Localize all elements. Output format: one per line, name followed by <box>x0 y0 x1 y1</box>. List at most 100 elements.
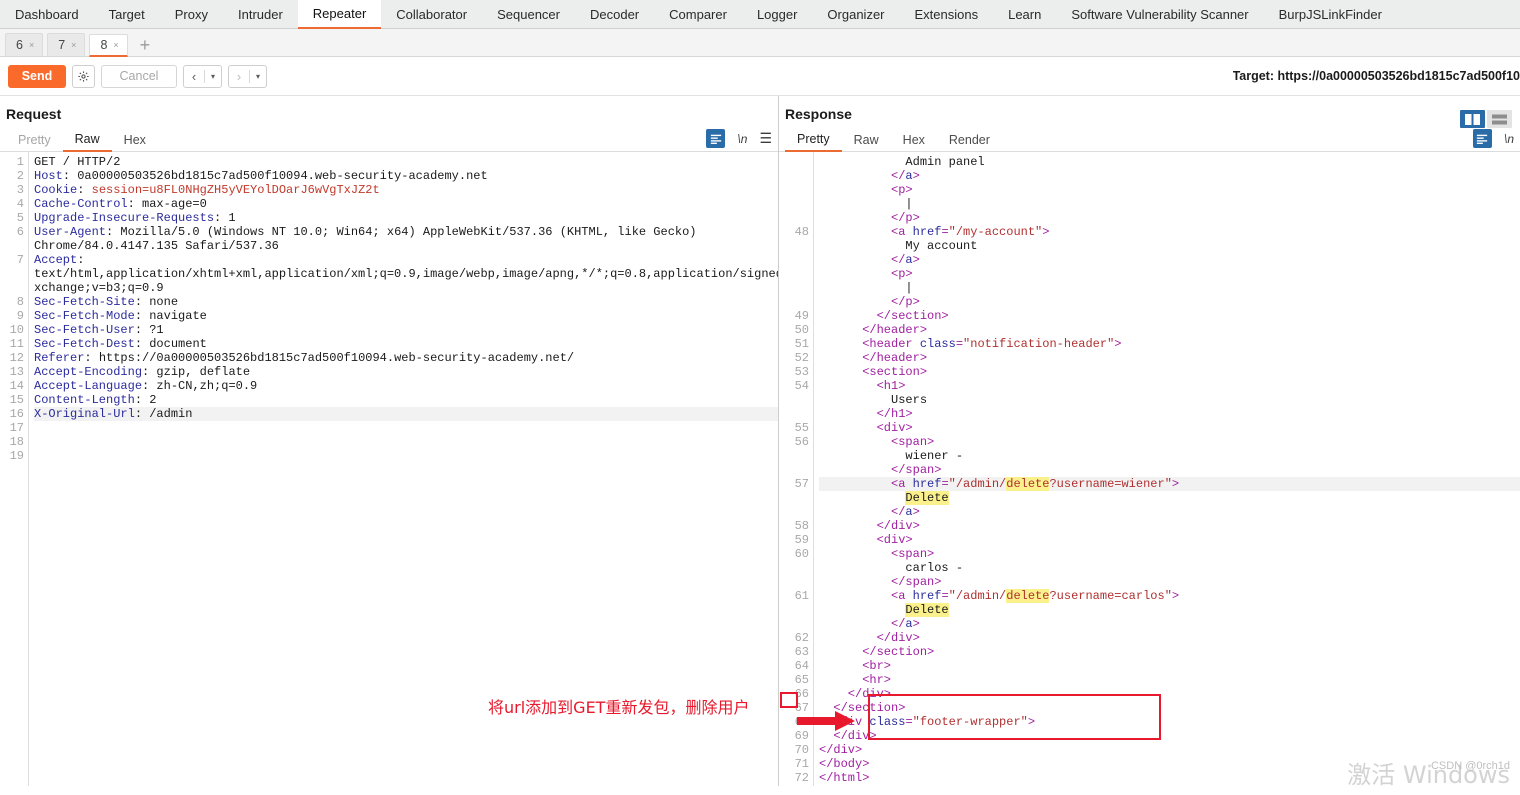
response-editor[interactable]: 48 49 50 51 52 53 54 55 56 57 58 59 60 61 62 63 64 65 66 67… <box>779 152 1520 786</box>
line-number: 54 <box>794 379 809 393</box>
code-line: </html> <box>819 771 870 785</box>
code-line: <br> <box>819 659 892 673</box>
code-line: </div> <box>819 687 892 701</box>
main-tab-repeater[interactable]: Repeater <box>297 0 382 29</box>
repeater-toolbar: Send Cancel ‹ ▾ › ▾ Target: https://0a00… <box>0 57 1520 96</box>
code-line: Sec-Fetch-Dest: document <box>34 337 207 351</box>
main-tab-label: Software Vulnerability Scanner <box>1071 6 1249 22</box>
response-title: Response <box>785 106 852 122</box>
tab-request-pretty[interactable]: Pretty <box>6 133 63 151</box>
split-vertical-icon[interactable] <box>1460 110 1485 128</box>
send-button[interactable]: Send <box>8 64 66 88</box>
main-tab-learn[interactable]: Learn <box>993 0 1056 28</box>
request-body-text[interactable]: GET / HTTP/2 Host: 0a00000503526bd1815c7a… <box>28 152 778 786</box>
gear-icon[interactable] <box>72 64 95 88</box>
repeater-tab-bar: 6 × 7 × 8 × + <box>0 29 1520 57</box>
response-body-text[interactable]: Admin panel </a> <p> | </p> <a href="/my… <box>813 152 1520 786</box>
code-line: </p> <box>819 295 920 309</box>
tab-response-pretty[interactable]: Pretty <box>785 132 842 152</box>
code-line: </a> <box>819 505 920 519</box>
line-number <box>779 197 813 211</box>
code-line: </header> <box>819 323 928 337</box>
line-number: 2 <box>16 169 24 183</box>
main-tab-extensions[interactable]: Extensions <box>900 0 994 28</box>
main-tab-decoder[interactable]: Decoder <box>575 0 654 28</box>
code-line: Chrome/84.0.4147.135 Safari/537.36 <box>34 239 279 253</box>
chevron-down-icon[interactable]: ▾ <box>205 66 221 87</box>
line-number: 17 <box>9 421 24 435</box>
main-tab-comparer[interactable]: Comparer <box>654 0 742 28</box>
response-view-tabs: Pretty Raw Hex Render \n <box>779 128 1520 152</box>
line-number <box>779 239 813 253</box>
line-number: 55 <box>794 421 809 435</box>
format-pretty-icon[interactable] <box>1472 129 1492 148</box>
format-pretty-icon[interactable] <box>706 129 726 148</box>
main-tab-target[interactable]: Target <box>94 0 160 28</box>
line-number: 16 <box>9 407 24 421</box>
main-tab-burpjslinkfinder[interactable]: BurpJSLinkFinder <box>1264 0 1397 28</box>
line-number: 18 <box>9 435 24 449</box>
main-tab-sequencer[interactable]: Sequencer <box>482 0 575 28</box>
main-tab-logger[interactable]: Logger <box>742 0 812 28</box>
main-tab-organizer[interactable]: Organizer <box>812 0 899 28</box>
main-tab-label: Sequencer <box>497 6 560 22</box>
previous-request-button[interactable]: ‹ ▾ <box>183 64 222 88</box>
request-response-panes: Request Pretty Raw Hex \n ☰ 1 2 3 4 5 6 7 8 9 10 1… <box>0 96 1520 789</box>
line-number: 70 <box>794 743 809 757</box>
line-number: 48 <box>794 225 809 239</box>
request-editor[interactable]: 1 2 3 4 5 6 7 8 9 10 11 12 13 14 15 16 17 18 19 GET / HTTP… <box>0 152 778 786</box>
code-line: xchange;v=b3;q=0.9 <box>34 281 164 295</box>
show-newlines-toggle[interactable]: \n <box>1504 132 1514 146</box>
code-line: </a> <box>819 617 920 631</box>
show-newlines-toggle[interactable]: \n <box>737 132 747 146</box>
main-tab-software-vulnerability-scanner[interactable]: Software Vulnerability Scanner <box>1056 0 1263 28</box>
line-number: 14 <box>9 379 24 393</box>
main-tab-proxy[interactable]: Proxy <box>160 0 223 28</box>
line-number: 51 <box>794 337 809 351</box>
tab-response-raw[interactable]: Raw <box>842 133 891 151</box>
close-icon[interactable]: × <box>71 40 76 50</box>
tab-request-hex[interactable]: Hex <box>112 133 158 151</box>
main-tab-collaborator[interactable]: Collaborator <box>381 0 482 28</box>
line-number <box>779 183 813 197</box>
line-number: 13 <box>9 365 24 379</box>
main-tab-dashboard[interactable]: Dashboard <box>0 0 94 28</box>
code-line: Delete <box>905 491 949 505</box>
code-line: </p> <box>819 211 920 225</box>
main-tab-intruder[interactable]: Intruder <box>223 0 298 28</box>
line-number: 6 <box>16 225 24 239</box>
target-url-label: Target: https://0a00000503526bd1815c7ad5… <box>1232 69 1520 83</box>
code-line: Referer: https://0a00000503526bd1815c7ad… <box>34 351 575 365</box>
line-number: 61 <box>794 589 809 603</box>
code-line: <div> <box>819 533 913 547</box>
line-number <box>779 211 813 225</box>
chevron-down-icon[interactable]: ▾ <box>250 66 266 87</box>
line-number <box>779 267 813 281</box>
line-number: 72 <box>794 771 809 785</box>
chevron-left-icon: ‹ <box>191 68 197 84</box>
cancel-button[interactable]: Cancel <box>101 64 177 88</box>
line-number <box>779 505 813 519</box>
line-number: 58 <box>794 519 809 533</box>
line-number: 11 <box>9 337 24 351</box>
close-icon[interactable]: × <box>113 40 118 50</box>
close-icon[interactable]: × <box>29 40 34 50</box>
repeater-tab-7[interactable]: 7 × <box>47 33 86 56</box>
hamburger-icon[interactable]: ☰ <box>759 130 772 147</box>
line-number: 62 <box>794 631 809 645</box>
next-request-button[interactable]: › ▾ <box>228 64 267 88</box>
repeater-tab-8[interactable]: 8 × <box>89 34 128 57</box>
code-line: <span> <box>819 547 935 561</box>
tab-response-hex[interactable]: Hex <box>891 133 937 151</box>
line-number <box>779 253 813 267</box>
tab-request-raw[interactable]: Raw <box>62 132 112 152</box>
repeater-tab-6[interactable]: 6 × <box>5 33 44 56</box>
new-tab-button[interactable]: + <box>132 36 159 56</box>
line-number <box>0 281 28 295</box>
line-number: 69 <box>794 729 809 743</box>
split-horizontal-icon[interactable] <box>1487 110 1512 128</box>
tab-response-render[interactable]: Render <box>937 133 1002 151</box>
code-line: Sec-Fetch-Site: none <box>34 295 179 309</box>
repeater-tab-label: 7 <box>58 38 66 52</box>
